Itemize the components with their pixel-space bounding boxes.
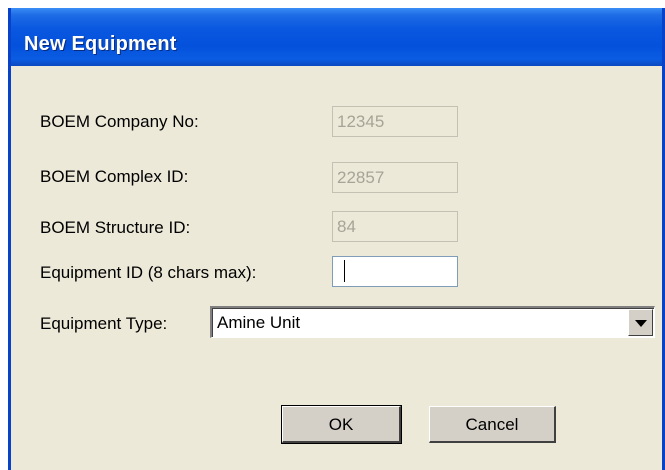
equipment-type-value: Amine Unit	[217, 313, 301, 332]
structure-id-field	[332, 211, 458, 242]
equipment-id-field[interactable]	[332, 256, 458, 287]
window-title: New Equipment	[24, 33, 177, 55]
complex-id-field	[332, 162, 458, 193]
equipment-type-label: Equipment Type:	[40, 314, 168, 333]
complex-id-label: BOEM Complex ID:	[40, 167, 189, 186]
company-no-field	[332, 106, 458, 137]
structure-id-label: BOEM Structure ID:	[40, 218, 191, 237]
cancel-button[interactable]: Cancel	[429, 406, 556, 443]
new-equipment-dialog: New Equipment BOEM Company No: BOEM Comp…	[8, 8, 665, 470]
equipment-type-select[interactable]: Amine Unit	[210, 306, 655, 338]
ok-button[interactable]: OK	[281, 405, 402, 444]
equipment-id-label: Equipment ID (8 chars max):	[40, 263, 257, 282]
dropdown-button[interactable]	[628, 309, 653, 336]
title-bar[interactable]: New Equipment	[11, 8, 662, 66]
text-caret	[344, 260, 345, 282]
company-no-label: BOEM Company No:	[40, 112, 199, 131]
chevron-down-icon	[635, 320, 647, 327]
